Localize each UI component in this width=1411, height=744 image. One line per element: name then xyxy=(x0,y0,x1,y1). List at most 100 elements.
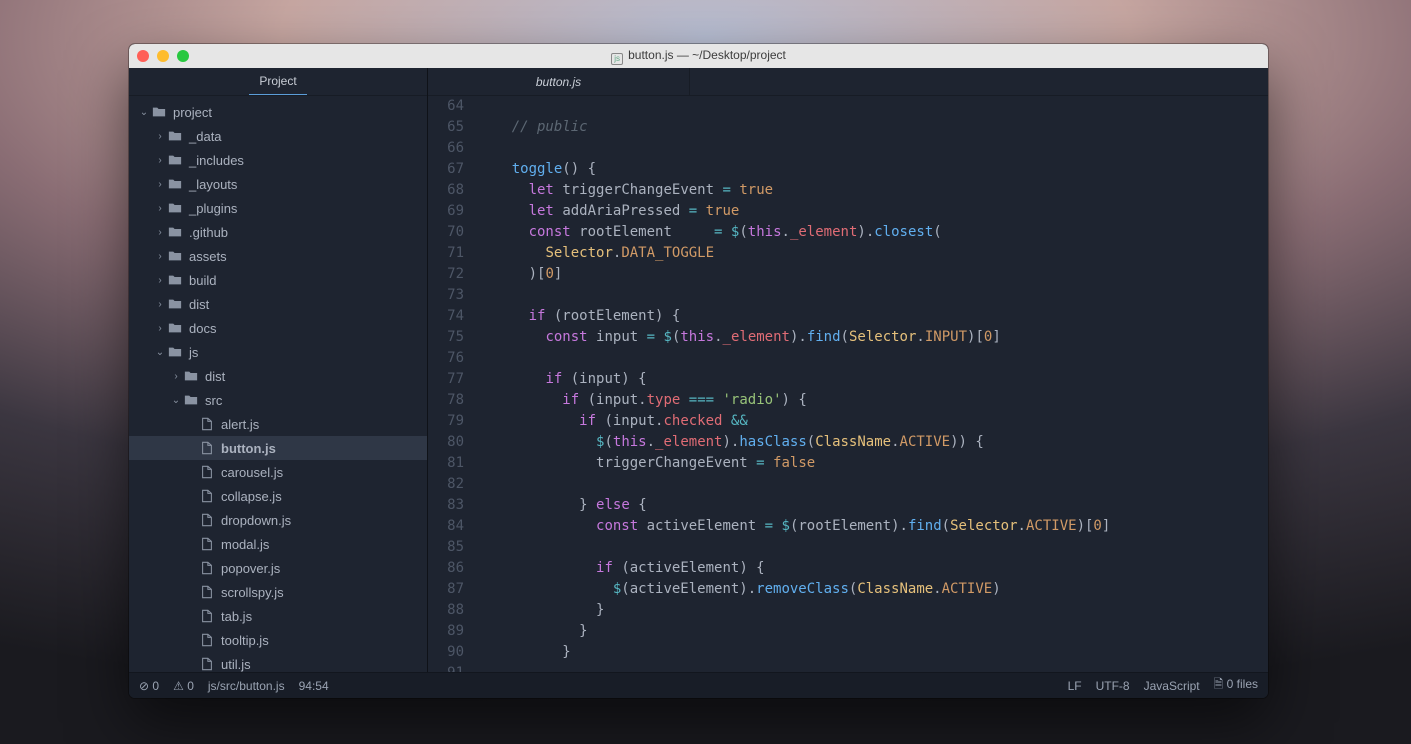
file-icon xyxy=(199,608,215,624)
file-icon xyxy=(199,536,215,552)
warning-icon: ⚠ xyxy=(173,679,184,693)
titlebar[interactable]: jsbutton.js — ~/Desktop/project xyxy=(129,44,1268,68)
chevron-right-icon: › xyxy=(153,275,167,286)
file-icon xyxy=(199,464,215,480)
error-icon: ⊘ xyxy=(139,679,149,693)
tree-file[interactable]: alert.js xyxy=(129,412,427,436)
tree-folder[interactable]: › dist xyxy=(129,364,427,388)
chevron-right-icon: › xyxy=(153,179,167,190)
tree-item-label: button.js xyxy=(221,441,276,456)
folder-icon xyxy=(183,392,199,408)
tree-folder[interactable]: ›_plugins xyxy=(129,196,427,220)
tree-item-label: _data xyxy=(189,129,222,144)
status-encoding[interactable]: UTF-8 xyxy=(1096,679,1130,693)
folder-icon xyxy=(167,224,183,240)
tree-item-label: .github xyxy=(189,225,228,240)
chevron-right-icon: › xyxy=(169,371,183,382)
minimize-icon[interactable] xyxy=(157,50,169,62)
status-errors[interactable]: ⊘ 0 xyxy=(139,679,159,693)
file-icon xyxy=(199,632,215,648)
file-icon xyxy=(199,488,215,504)
status-language[interactable]: JavaScript xyxy=(1144,679,1200,693)
tree-folder[interactable]: › _layouts xyxy=(129,172,427,196)
traffic-lights xyxy=(137,50,189,62)
tree-folder[interactable]: › assets xyxy=(129,244,427,268)
line-gutter: 64 65 66 67 68 69 70 71 72 73 74 75 76 7… xyxy=(428,96,474,672)
tree-file[interactable]: scrollspy.js xyxy=(129,580,427,604)
tree-file[interactable]: tooltip.js xyxy=(129,628,427,652)
chevron-down-icon: ⌄ xyxy=(137,107,151,118)
tree-item-label: _plugins xyxy=(189,201,237,216)
tree-item-label: dist xyxy=(205,369,225,384)
close-icon[interactable] xyxy=(137,50,149,62)
zoom-icon[interactable] xyxy=(177,50,189,62)
tree-item-label: assets xyxy=(189,249,227,264)
status-eol[interactable]: LF xyxy=(1068,679,1082,693)
tree-folder[interactable]: ›_includes xyxy=(129,148,427,172)
file-icon xyxy=(199,512,215,528)
tree-folder[interactable]: › build xyxy=(129,268,427,292)
tree-file[interactable]: dropdown.js xyxy=(129,508,427,532)
tree-folder[interactable]: ⌄ src xyxy=(129,388,427,412)
tree-item-label: docs xyxy=(189,321,216,336)
code-editor[interactable]: 64 65 66 67 68 69 70 71 72 73 74 75 76 7… xyxy=(428,96,1268,672)
editor-tab[interactable]: button.js xyxy=(428,68,690,95)
status-path[interactable]: js/src/button.js xyxy=(208,679,285,693)
editor-pane: button.js 64 65 66 67 68 69 70 71 72 73 … xyxy=(428,68,1268,672)
folder-icon xyxy=(167,176,183,192)
folder-icon xyxy=(167,296,183,312)
chevron-right-icon: › xyxy=(153,323,167,334)
tree-item-label: project xyxy=(173,105,212,120)
code-area[interactable]: // public toggle() { let triggerChangeEv… xyxy=(474,96,1268,672)
file-icon xyxy=(199,440,215,456)
tree-item-label: tooltip.js xyxy=(221,633,269,648)
file-icon xyxy=(199,656,215,672)
tree-file[interactable]: modal.js xyxy=(129,532,427,556)
tree-file[interactable]: tab.js xyxy=(129,604,427,628)
folder-icon xyxy=(167,152,183,168)
tree-item-label: src xyxy=(205,393,222,408)
tree-folder[interactable]: ⌄ project xyxy=(129,100,427,124)
folder-icon xyxy=(167,248,183,264)
tree-item-label: popover.js xyxy=(221,561,280,576)
tree-item-label: build xyxy=(189,273,216,288)
file-tree[interactable]: ⌄project›_data›_includes›_layouts›_plugi… xyxy=(129,96,427,672)
sidebar-tab-project[interactable]: Project xyxy=(249,68,306,95)
file-icon xyxy=(199,560,215,576)
tree-item-label: js xyxy=(189,345,198,360)
tree-item-label: collapse.js xyxy=(221,489,282,504)
tree-folder[interactable]: › docs xyxy=(129,316,427,340)
tree-item-label: _includes xyxy=(189,153,244,168)
status-files[interactable]: 🗎 0 files xyxy=(1214,675,1258,696)
file-icon xyxy=(199,584,215,600)
chevron-right-icon: › xyxy=(153,251,167,262)
folder-icon xyxy=(167,200,183,216)
folder-icon xyxy=(183,368,199,384)
chevron-down-icon: ⌄ xyxy=(153,347,167,358)
chevron-right-icon: › xyxy=(153,299,167,310)
folder-icon xyxy=(167,128,183,144)
tree-item-label: util.js xyxy=(221,657,251,672)
tree-item-label: scrollspy.js xyxy=(221,585,284,600)
tree-file[interactable]: collapse.js xyxy=(129,484,427,508)
editor-window: jsbutton.js — ~/Desktop/project Project … xyxy=(129,44,1268,698)
tree-folder[interactable]: ›dist xyxy=(129,292,427,316)
tree-folder[interactable]: ⌄ js xyxy=(129,340,427,364)
tree-file[interactable]: carousel.js xyxy=(129,460,427,484)
tree-folder[interactable]: ›.github xyxy=(129,220,427,244)
status-cursor[interactable]: 94:54 xyxy=(299,679,329,693)
tree-folder[interactable]: ›_data xyxy=(129,124,427,148)
sidebar-tabs: Project xyxy=(129,68,427,96)
window-title: jsbutton.js — ~/Desktop/project xyxy=(129,48,1268,65)
file-type-icon: js xyxy=(611,53,623,65)
tree-item-label: _layouts xyxy=(189,177,237,192)
tree-item-label: carousel.js xyxy=(221,465,283,480)
chevron-down-icon: ⌄ xyxy=(169,395,183,406)
sidebar-pane: Project ⌄project›_data›_includes›_layout… xyxy=(129,68,428,672)
files-icon: 🗎 xyxy=(1214,677,1224,691)
status-warnings[interactable]: ⚠ 0 xyxy=(173,679,194,693)
tree-file[interactable]: popover.js xyxy=(129,556,427,580)
tree-item-label: tab.js xyxy=(221,609,252,624)
tree-file[interactable]: util.js xyxy=(129,652,427,672)
tree-file[interactable]: button.js xyxy=(129,436,427,460)
